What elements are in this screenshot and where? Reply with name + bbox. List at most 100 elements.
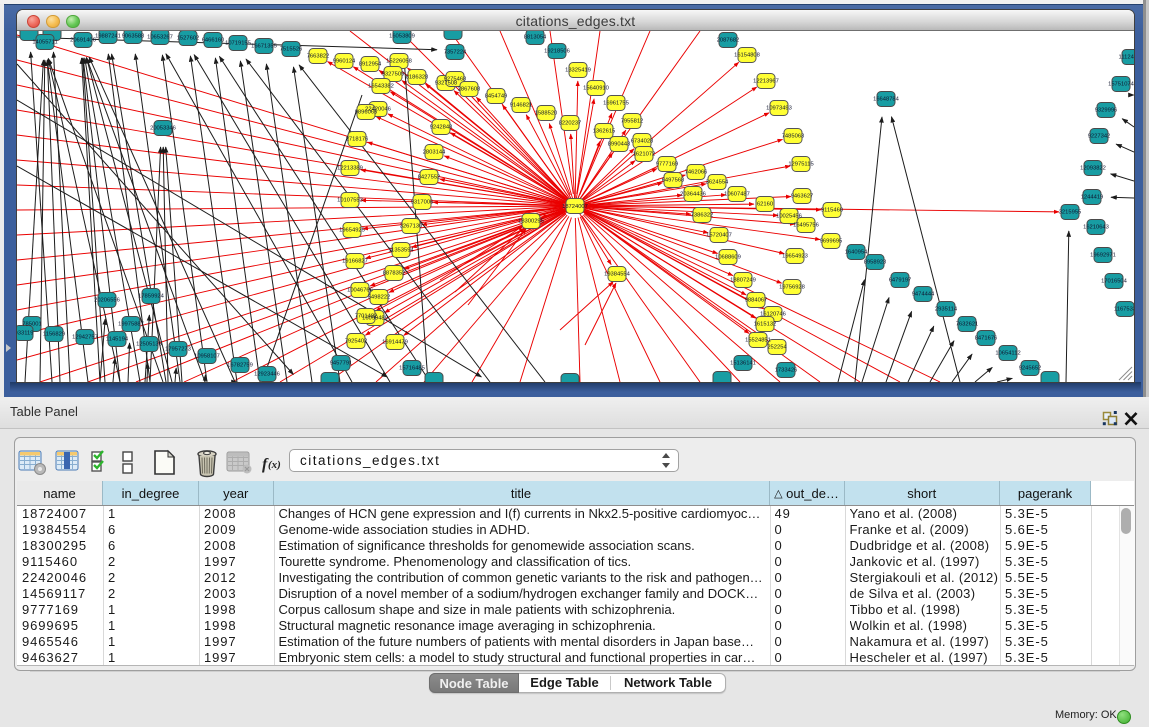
svg-text:1527602: 1527602 xyxy=(177,36,200,42)
svg-text:1615132: 1615132 xyxy=(754,322,777,328)
svg-text:10688609: 10688609 xyxy=(715,255,741,261)
svg-text:20053346: 20053346 xyxy=(150,126,176,132)
svg-text:16543382: 16543382 xyxy=(368,84,394,90)
svg-text:18807249: 18807249 xyxy=(730,278,756,284)
svg-text:8813054: 8813054 xyxy=(524,35,547,41)
svg-text:9896065: 9896065 xyxy=(355,110,378,116)
svg-text:15640910: 15640910 xyxy=(583,86,609,92)
svg-text:14055711: 14055711 xyxy=(32,40,57,46)
svg-text:19218506: 19218506 xyxy=(544,49,570,55)
svg-text:2718176: 2718176 xyxy=(346,137,369,143)
svg-text:12505135: 12505135 xyxy=(136,342,162,348)
svg-text:9063588: 9063588 xyxy=(122,34,145,40)
svg-text:12923446: 12923446 xyxy=(254,372,280,378)
svg-text:1621072: 1621072 xyxy=(633,152,656,158)
svg-text:5498222: 5498222 xyxy=(368,295,391,301)
svg-text:252254: 252254 xyxy=(767,345,787,351)
svg-text:785001: 785001 xyxy=(22,322,41,328)
svg-text:11353594: 11353594 xyxy=(388,248,414,254)
svg-text:9960124: 9960124 xyxy=(333,59,356,65)
svg-text:10654112: 10654112 xyxy=(995,351,1020,357)
svg-text:8912954: 8912954 xyxy=(359,62,382,68)
svg-text:19756928: 19756928 xyxy=(779,285,805,291)
svg-text:7485063: 7485063 xyxy=(782,134,805,140)
svg-text:15751074: 15751074 xyxy=(1108,82,1134,88)
svg-text:8186328: 8186328 xyxy=(406,75,429,81)
svg-text:10046766: 10046766 xyxy=(347,288,373,294)
svg-text:16120746: 16120746 xyxy=(760,312,786,318)
svg-text:19654923: 19654923 xyxy=(782,254,808,260)
svg-text:8427552: 8427552 xyxy=(418,175,441,181)
svg-text:16914479: 16914479 xyxy=(382,340,408,346)
svg-text:15716485: 15716485 xyxy=(399,366,425,372)
svg-text:9245652: 9245652 xyxy=(1019,366,1042,372)
svg-text:1588520: 1588520 xyxy=(535,111,558,117)
svg-text:8454749: 8454749 xyxy=(485,94,508,100)
svg-text:2867608: 2867608 xyxy=(458,87,481,93)
svg-text:16961755: 16961755 xyxy=(603,101,629,107)
svg-text:3267130: 3267130 xyxy=(400,224,423,230)
svg-text:3215955: 3215955 xyxy=(1059,210,1082,216)
svg-text:9329996: 9329996 xyxy=(1095,108,1118,114)
svg-text:1167533: 1167533 xyxy=(1114,307,1134,313)
svg-text:19692971: 19692971 xyxy=(1090,253,1116,259)
svg-text:7701482: 7701482 xyxy=(355,314,378,320)
svg-text:17957273: 17957273 xyxy=(165,347,191,353)
svg-text:7462066: 7462066 xyxy=(685,170,708,176)
svg-text:933119: 933119 xyxy=(17,331,33,337)
svg-text:17859924: 17859924 xyxy=(138,294,165,300)
svg-text:1244419: 1244419 xyxy=(1081,195,1104,201)
svg-text:16782759: 16782759 xyxy=(227,363,253,369)
svg-text:16648784: 16648784 xyxy=(873,97,900,103)
svg-text:8471676: 8471676 xyxy=(975,336,998,342)
svg-text:18300295: 18300295 xyxy=(518,219,544,225)
svg-text:9115460: 9115460 xyxy=(821,208,843,214)
svg-text:15226058: 15226058 xyxy=(386,59,412,65)
svg-text:6497568: 6497568 xyxy=(662,178,685,184)
svg-text:9777169: 9777169 xyxy=(656,162,679,168)
svg-text:2087682: 2087682 xyxy=(717,38,740,44)
svg-text:13325419: 13325419 xyxy=(565,68,591,74)
svg-text:8220237: 8220237 xyxy=(559,121,582,127)
svg-text:16210643: 16210643 xyxy=(1083,225,1109,231)
svg-text:3624554: 3624554 xyxy=(706,180,729,186)
svg-text:7925402: 7925402 xyxy=(345,339,368,345)
svg-text:9457791: 9457791 xyxy=(330,361,353,367)
svg-text:19654925: 19654925 xyxy=(339,228,365,234)
svg-text:19975887: 19975887 xyxy=(118,322,144,328)
svg-text:62160: 62160 xyxy=(757,202,773,208)
svg-text:20691406: 20691406 xyxy=(70,38,96,44)
svg-text:9146821: 9146821 xyxy=(510,103,533,109)
svg-text:7955812: 7955812 xyxy=(621,119,644,125)
svg-text:9474444: 9474444 xyxy=(912,292,935,298)
svg-text:10107553: 10107553 xyxy=(337,198,363,204)
svg-text:16671355: 16671355 xyxy=(251,44,277,50)
svg-text:12213389: 12213389 xyxy=(337,166,363,172)
svg-text:9327509: 9327509 xyxy=(382,72,405,78)
svg-text:2803144: 2803144 xyxy=(423,150,446,156)
svg-text:1145194: 1145194 xyxy=(106,337,129,343)
svg-text:10973493: 10973493 xyxy=(766,106,792,112)
svg-text:18724007: 18724007 xyxy=(562,204,588,210)
svg-text:6479197: 6479197 xyxy=(889,278,912,284)
svg-text:7357224: 7357224 xyxy=(444,50,467,56)
svg-text:10607487: 10607487 xyxy=(724,192,750,198)
svg-text:19887241: 19887241 xyxy=(95,34,121,40)
svg-text:15524851: 15524851 xyxy=(745,338,771,344)
svg-text:9275468: 9275468 xyxy=(444,77,467,83)
svg-text:7663822: 7663822 xyxy=(307,54,330,60)
svg-text:2935114: 2935114 xyxy=(935,307,958,313)
svg-text:9317006: 9317006 xyxy=(411,200,434,206)
svg-text:8990443: 8990443 xyxy=(608,142,631,148)
svg-text:20364436: 20364436 xyxy=(680,192,706,198)
svg-text:6734028: 6734028 xyxy=(631,139,654,145)
svg-text:20206556: 20206556 xyxy=(94,298,120,304)
svg-text:9242848: 9242848 xyxy=(430,125,453,131)
svg-text:10025456: 10025456 xyxy=(776,214,802,220)
svg-text:16154808: 16154808 xyxy=(734,53,760,59)
svg-text:12093822: 12093822 xyxy=(1080,166,1106,172)
svg-text:12213967: 12213967 xyxy=(753,79,779,85)
svg-text:8958923: 8958923 xyxy=(864,260,887,266)
svg-text:7632621: 7632621 xyxy=(956,322,979,328)
svg-text:12942757: 12942757 xyxy=(72,335,98,341)
